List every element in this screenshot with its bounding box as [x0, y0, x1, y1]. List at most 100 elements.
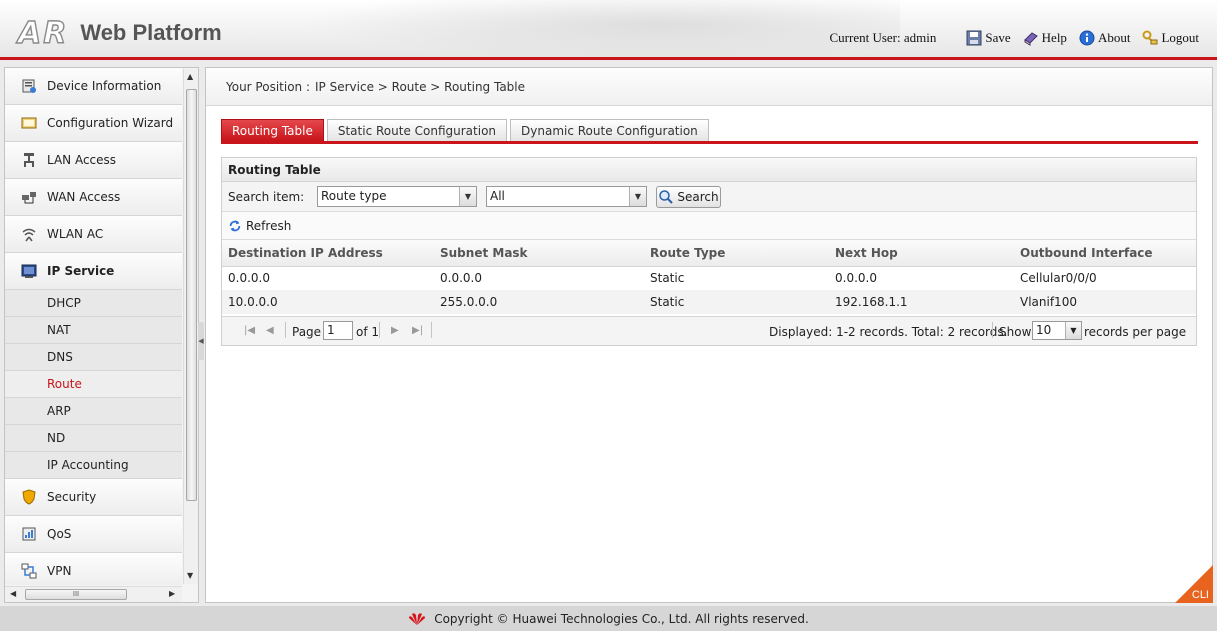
sidebar-item-wan-access[interactable]: WAN Access — [5, 179, 182, 216]
sidebar-subitem-route[interactable]: Route — [5, 371, 182, 398]
about-label: About — [1097, 30, 1131, 45]
wlan-icon — [21, 226, 37, 242]
sidebar-collapse-handle[interactable]: ◀ — [198, 322, 204, 360]
save-button[interactable]: Save — [966, 30, 1011, 46]
sidebar-hscroll-thumb[interactable]: III — [25, 589, 127, 600]
sidebar-item-label: Device Information — [47, 79, 162, 93]
scroll-down-arrow-icon[interactable]: ▼ — [187, 571, 193, 580]
app-logo: AR Web Platform — [17, 15, 222, 51]
ip-icon — [21, 263, 37, 279]
first-page-icon[interactable]: |◀ — [244, 325, 255, 336]
sidebar-horizontal-scrollbar[interactable]: ◀ III ▶ — [5, 586, 182, 602]
sidebar-item-qos[interactable]: QoS — [5, 516, 182, 553]
per-page-value: 10 — [1036, 323, 1052, 337]
sidebar-item-vpn[interactable]: VPN — [5, 553, 182, 585]
sidebar-subitem-arp[interactable]: ARP — [5, 398, 182, 425]
info-icon — [1079, 30, 1095, 46]
sidebar-subitem-dns[interactable]: DNS — [5, 344, 182, 371]
column-header-subnet-mask[interactable]: Subnet Mask — [434, 240, 644, 267]
sidebar-scroll-thumb[interactable] — [186, 89, 197, 501]
refresh-button[interactable]: Refresh — [222, 212, 1196, 240]
cell-outbound-interface: Vlanif100 — [1014, 290, 1196, 314]
cell-subnet-mask: 0.0.0.0 — [440, 271, 482, 286]
search-value: All — [490, 189, 505, 203]
sidebar-subitem-nat[interactable]: NAT — [5, 317, 182, 344]
sidebar-item-ip-service[interactable]: IP Service — [5, 253, 182, 290]
about-button[interactable]: About — [1079, 30, 1131, 46]
shield-icon — [21, 489, 37, 505]
cell-destination: 10.0.0.0 — [222, 290, 434, 314]
page-of-label: of 1 — [356, 325, 380, 339]
sidebar-subitem-ip-accounting[interactable]: IP Accounting — [5, 452, 182, 479]
logout-label: Logout — [1161, 30, 1199, 45]
tab-dynamic-route-configuration[interactable]: Dynamic Route Configuration — [510, 119, 709, 141]
sidebar-item-configuration-wizard[interactable]: Configuration Wizard — [5, 105, 182, 142]
column-header-outbound-interface[interactable]: Outbound Interface — [1014, 240, 1196, 267]
breadcrumb-path: IP Service > Route > Routing Table — [315, 79, 526, 94]
huawei-logo-icon — [409, 612, 426, 625]
help-button[interactable]: Help — [1023, 30, 1067, 46]
column-header-route-type[interactable]: Route Type — [644, 240, 829, 267]
column-header-next-hop[interactable]: Next Hop — [829, 240, 1014, 267]
next-page-icon[interactable]: ▶ — [391, 325, 399, 336]
scroll-right-arrow-icon[interactable]: ▶ — [169, 589, 175, 598]
last-page-icon[interactable]: ▶| — [412, 325, 423, 336]
chevron-down-icon[interactable]: ▼ — [459, 187, 476, 206]
cell-route-type: Static — [644, 290, 829, 314]
scroll-up-arrow-icon[interactable]: ▲ — [187, 72, 193, 81]
app-title: Web Platform — [80, 20, 222, 45]
table-row[interactable]: 10.0.0.0 255.0.0.0 Static 192.168.1.1 Vl… — [222, 290, 1196, 314]
search-field-value: Route type — [321, 189, 387, 203]
world-map-watermark — [300, 0, 900, 57]
search-button-label: Search — [677, 190, 719, 204]
cell-outbound-interface: Cellular0/0/0 — [1020, 271, 1097, 286]
table-row[interactable]: 0.0.0.0 0.0.0.0 Static 0.0.0.0 Cellular0… — [222, 266, 1196, 290]
pager-divider — [285, 322, 286, 338]
search-bar: Search item: Route type ▼ All ▼ Search — [222, 182, 1196, 212]
lan-icon — [21, 152, 37, 168]
chevron-down-icon[interactable]: ▼ — [1065, 322, 1081, 339]
refresh-icon — [229, 220, 241, 231]
prev-page-icon[interactable]: ◀ — [266, 325, 274, 336]
per-page-label: records per page — [1084, 325, 1187, 339]
device-icon — [21, 78, 37, 94]
copyright-text: Copyright © Huawei Technologies Co., Ltd… — [434, 611, 809, 626]
sidebar-item-security[interactable]: Security — [5, 479, 182, 516]
cell-next-hop: 192.168.1.1 — [829, 290, 1014, 314]
sidebar-item-label: WLAN AC — [47, 227, 104, 241]
panel-title: Routing Table — [222, 158, 1196, 182]
logout-button[interactable]: Logout — [1142, 30, 1199, 46]
pager-divider — [992, 322, 993, 338]
table-header-row: Destination IP Address Subnet Mask Route… — [222, 240, 1196, 267]
search-value-select[interactable]: All ▼ — [486, 186, 647, 207]
sidebar-item-lan-access[interactable]: LAN Access — [5, 142, 182, 179]
column-header-destination[interactable]: Destination IP Address — [222, 240, 434, 267]
show-label: Show — [999, 325, 1032, 339]
sidebar: Device Information Configuration Wizard … — [4, 67, 199, 603]
footer: Copyright © Huawei Technologies Co., Ltd… — [0, 606, 1217, 631]
search-button[interactable]: Search — [656, 186, 721, 208]
tab-routing-table[interactable]: Routing Table — [221, 119, 324, 141]
pager-divider — [379, 322, 380, 338]
sidebar-subitem-dhcp[interactable]: DHCP — [5, 290, 182, 317]
chevron-down-icon[interactable]: ▼ — [629, 187, 646, 206]
wan-icon — [21, 189, 37, 205]
cli-button[interactable]: CLI — [1175, 565, 1213, 603]
cell-destination: 0.0.0.0 — [228, 271, 270, 286]
sidebar-subitem-nd[interactable]: ND — [5, 425, 182, 452]
tab-static-route-configuration[interactable]: Static Route Configuration — [326, 119, 508, 141]
search-field-select[interactable]: Route type ▼ — [317, 186, 477, 207]
page-number-input[interactable]: 1 — [323, 321, 353, 340]
help-label: Help — [1041, 30, 1067, 45]
sidebar-item-device-information[interactable]: Device Information — [5, 68, 182, 105]
logo-mark: AR — [17, 15, 69, 51]
per-page-select[interactable]: 10 ▼ — [1032, 321, 1082, 340]
scroll-left-arrow-icon[interactable]: ◀ — [10, 589, 16, 598]
cell-route-type: Static — [650, 271, 685, 286]
sidebar-item-wlan-ac[interactable]: WLAN AC — [5, 216, 182, 253]
sidebar-vertical-scrollbar[interactable]: ▲ ▼ — [183, 69, 198, 584]
tab-bar: Routing Table Static Route Configuration… — [221, 119, 1198, 144]
breadcrumb-prefix: Your Position : — [226, 79, 311, 94]
records-summary: Displayed: 1-2 records. Total: 2 records… — [769, 325, 1008, 339]
pager-divider — [431, 322, 432, 338]
